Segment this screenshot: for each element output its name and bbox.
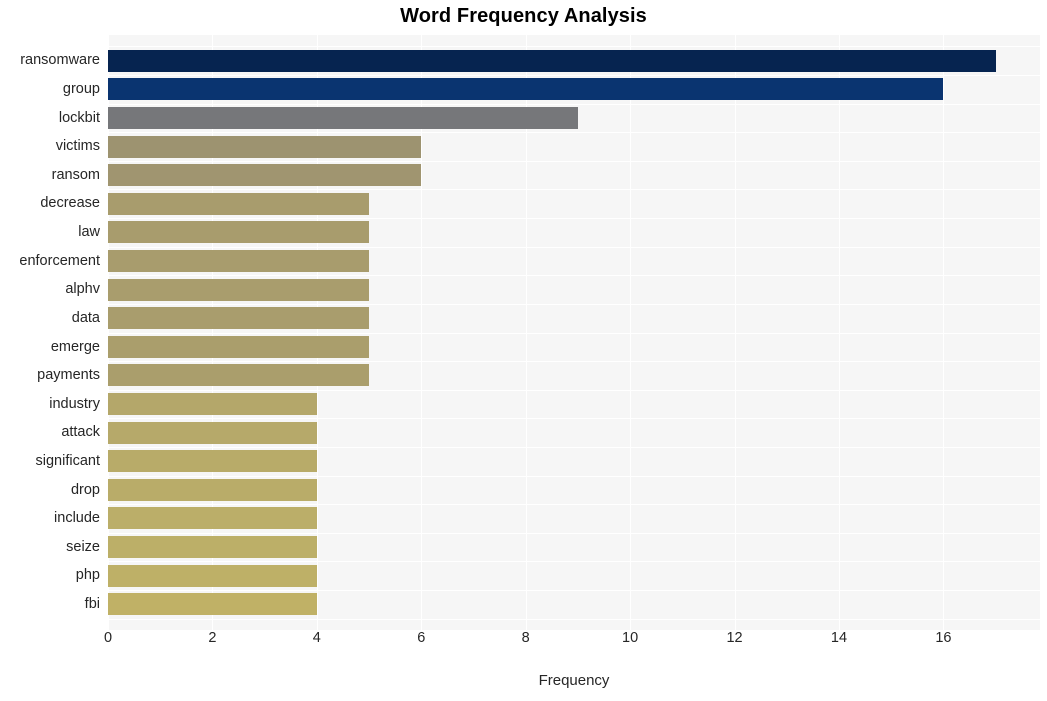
y-axis-label-seize: seize <box>66 538 100 555</box>
bar-decrease[interactable] <box>108 192 370 215</box>
bar-row[interactable] <box>108 218 1040 247</box>
x-tick-label: 12 <box>726 630 743 646</box>
y-axis-label-drop: drop <box>70 481 100 498</box>
bar-law[interactable] <box>108 221 370 244</box>
y-axis-label-victims: victims <box>55 138 100 155</box>
bar-significant[interactable] <box>108 450 317 473</box>
bar-group[interactable] <box>108 78 944 101</box>
bar-row[interactable] <box>108 189 1040 218</box>
y-axis-label-significant: significant <box>35 452 100 469</box>
x-tick-label: 14 <box>830 630 848 646</box>
chart-title: Word Frequency Analysis <box>400 5 647 27</box>
x-tick-label: 2 <box>208 630 217 646</box>
bar-row[interactable] <box>108 561 1040 590</box>
x-axis-tick-labels: 0 2 4 6 8 10 12 14 16 <box>0 630 1047 660</box>
bar-row[interactable] <box>108 590 1040 619</box>
bars-layer <box>108 35 1040 630</box>
y-axis-category-labels: ransomware group lockbit victims ransom decre… <box>0 35 100 630</box>
bar-row[interactable] <box>108 447 1040 476</box>
bar-alphv[interactable] <box>108 278 370 301</box>
x-tick-label: 10 <box>622 630 639 646</box>
y-axis-label-alphv: alphv <box>65 281 100 298</box>
bar-emerge[interactable] <box>108 335 370 358</box>
x-tick-label: 4 <box>312 630 321 646</box>
bar-row[interactable] <box>108 390 1040 419</box>
y-axis-label-php: php <box>75 567 100 584</box>
x-tick-label: 16 <box>935 630 952 646</box>
y-axis-label-industry: industry <box>49 395 100 412</box>
y-axis-label-enforcement: enforcement <box>19 252 100 269</box>
y-axis-label-lockbit: lockbit <box>58 109 100 126</box>
bar-row[interactable] <box>108 361 1040 390</box>
y-axis-label-data: data <box>71 309 100 326</box>
bar-row[interactable] <box>108 418 1040 447</box>
bar-include[interactable] <box>108 507 317 530</box>
bar-enforcement[interactable] <box>108 249 370 272</box>
x-axis-label: Frequency <box>538 672 610 689</box>
y-axis-label-fbi: fbi <box>84 595 100 612</box>
y-axis-label-group: group <box>62 81 100 98</box>
y-axis-label-ransomware: ransomware <box>20 52 100 69</box>
bar-industry[interactable] <box>108 393 317 415</box>
bar-victims[interactable] <box>108 135 422 158</box>
y-axis-label-include: include <box>54 510 100 527</box>
word-frequency-chart: Word Frequency Analysis ransomware group l… <box>0 0 1047 701</box>
y-axis-label-ransom: ransom <box>51 166 100 183</box>
bar-drop[interactable] <box>108 478 317 501</box>
bar-ransom[interactable] <box>108 164 422 187</box>
bar-row[interactable] <box>108 247 1040 276</box>
y-axis-label-decrease: decrease <box>40 195 100 212</box>
bar-row[interactable] <box>108 476 1040 505</box>
x-tick-label: 8 <box>521 630 530 646</box>
bar-row[interactable] <box>108 533 1040 562</box>
y-axis-label-payments: payments <box>37 367 100 384</box>
bar-row[interactable] <box>108 75 1040 104</box>
bar-fbi[interactable] <box>108 593 317 616</box>
x-tick-label: 6 <box>417 630 426 646</box>
bar-row[interactable] <box>108 46 1040 75</box>
bar-row[interactable] <box>108 104 1040 133</box>
bar-lockbit[interactable] <box>108 106 578 129</box>
y-axis-label-emerge: emerge <box>50 338 100 355</box>
bar-row[interactable] <box>108 304 1040 333</box>
bar-seize[interactable] <box>108 536 317 559</box>
bar-row[interactable] <box>108 333 1040 362</box>
bar-payments[interactable] <box>108 364 370 387</box>
y-axis-label-law: law <box>78 224 100 241</box>
bar-row[interactable] <box>108 161 1040 190</box>
bar-php[interactable] <box>108 564 317 587</box>
bar-attack[interactable] <box>108 421 317 444</box>
x-tick-label: 0 <box>103 630 113 646</box>
bar-data[interactable] <box>108 307 370 330</box>
y-axis-label-attack: attack <box>61 424 100 441</box>
bar-ransomware[interactable] <box>108 49 996 72</box>
bar-row[interactable] <box>108 504 1040 533</box>
bar-row[interactable] <box>108 275 1040 304</box>
bar-row[interactable] <box>108 132 1040 161</box>
